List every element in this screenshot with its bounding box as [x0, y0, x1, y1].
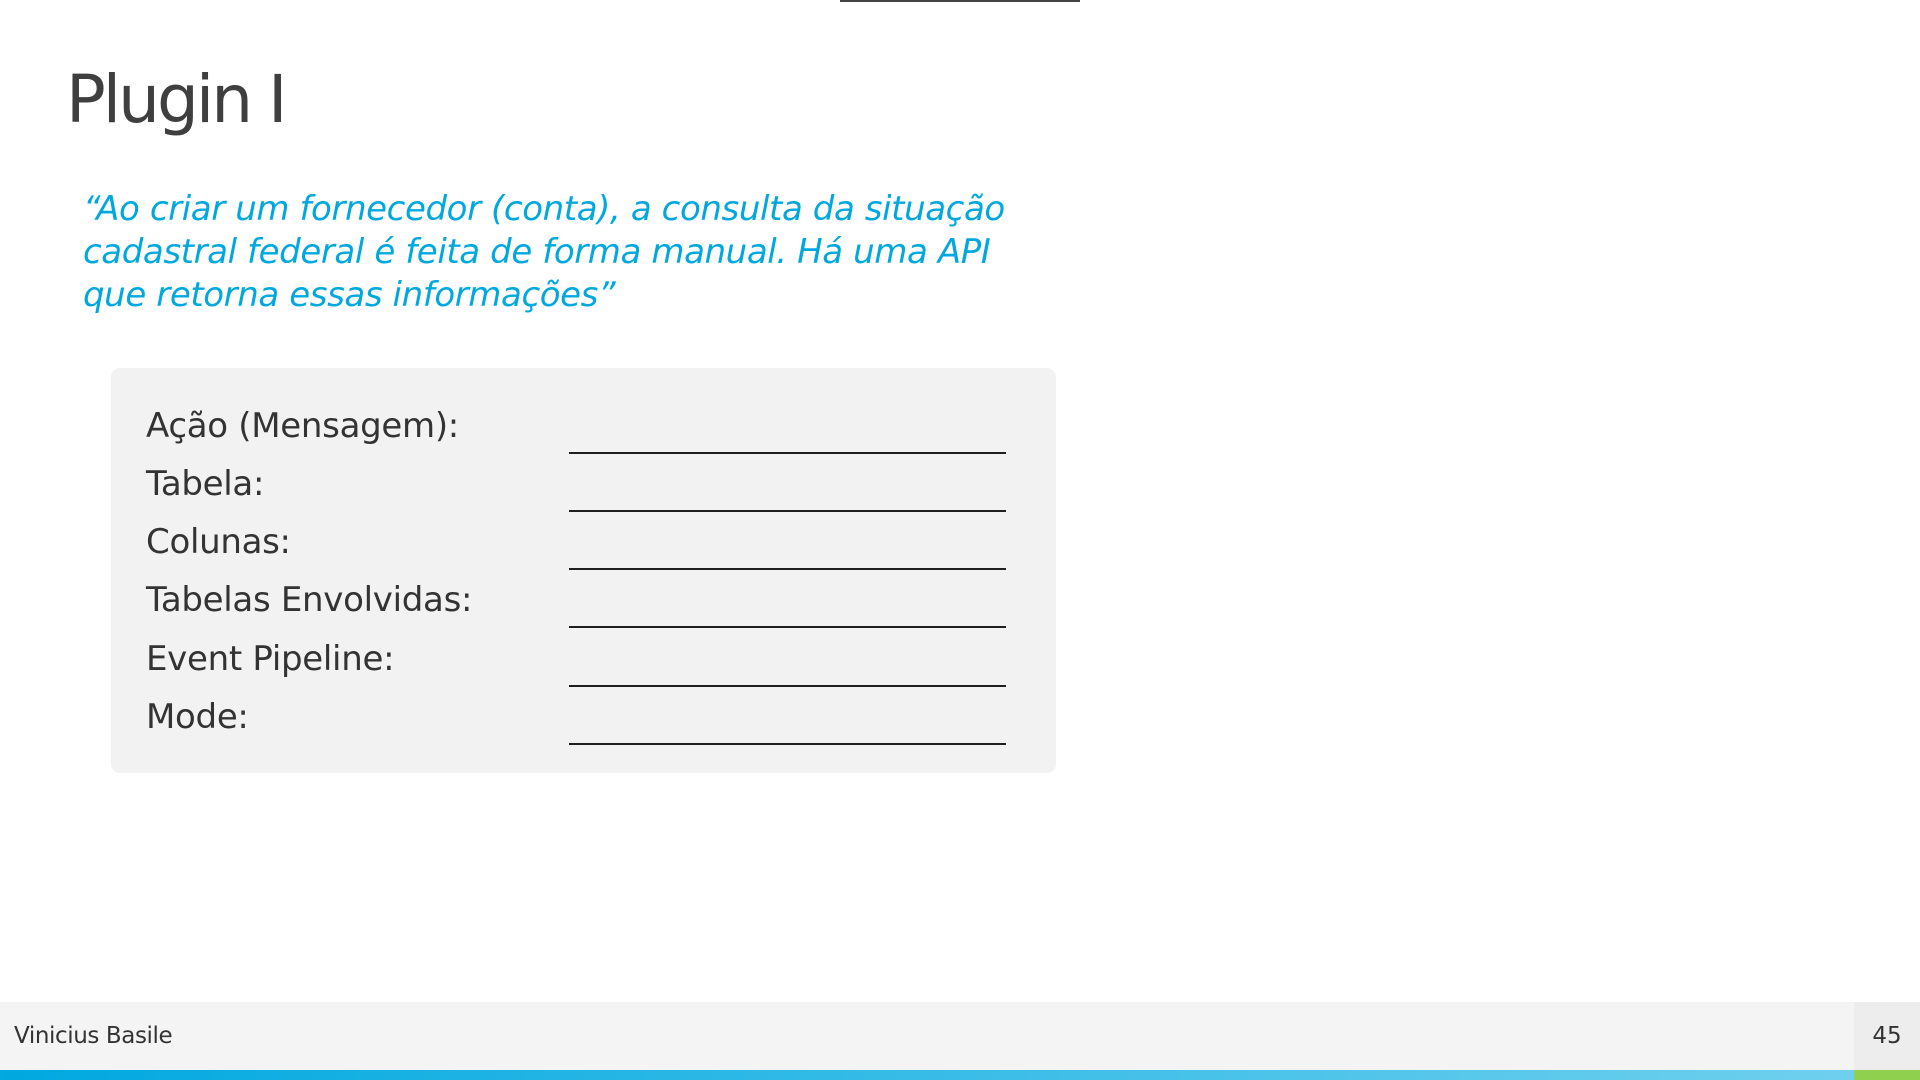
form-row-tabelas-envolvidas: Tabelas Envolvidas:: [146, 575, 1026, 633]
quote-text: “Ao criar um fornecedor (conta), a consu…: [83, 189, 1005, 315]
form-label-mode: Mode:: [146, 697, 249, 737]
footer-accent-bar: [0, 1070, 1854, 1080]
form-row-mode: Mode:: [146, 692, 1026, 750]
answer-line-tabela: [569, 510, 1006, 512]
answer-line-mode: [569, 743, 1006, 745]
footer-author: Vinicius Basile: [14, 1023, 173, 1049]
form-label-acao: Ação (Mensagem):: [146, 406, 459, 446]
form-row-event-pipeline: Event Pipeline:: [146, 634, 1026, 692]
form-row-colunas: Colunas:: [146, 517, 1026, 575]
form-label-tabela: Tabela:: [146, 464, 265, 504]
form-panel: Ação (Mensagem): Tabela: Colunas: Tabela…: [111, 368, 1056, 773]
slide: Plugin I “Ao criar um fornecedor (conta)…: [0, 0, 1920, 1080]
form-label-tabelas-envolvidas: Tabelas Envolvidas:: [146, 580, 473, 620]
form-label-event-pipeline: Event Pipeline:: [146, 639, 395, 679]
form-label-colunas: Colunas:: [146, 522, 291, 562]
footer-bar: [0, 1002, 1920, 1070]
page-number: 45: [1872, 1023, 1902, 1049]
answer-line-colunas: [569, 568, 1006, 570]
answer-line-event-pipeline: [569, 685, 1006, 687]
form-row-tabela: Tabela:: [146, 459, 1026, 517]
footer-accent-end: [1854, 1070, 1920, 1080]
slide-title: Plugin I: [66, 61, 287, 138]
top-divider: [840, 0, 1080, 2]
form-row-acao: Ação (Mensagem):: [146, 401, 1026, 459]
answer-line-tabelas-envolvidas: [569, 626, 1006, 628]
answer-line-acao: [569, 452, 1006, 454]
